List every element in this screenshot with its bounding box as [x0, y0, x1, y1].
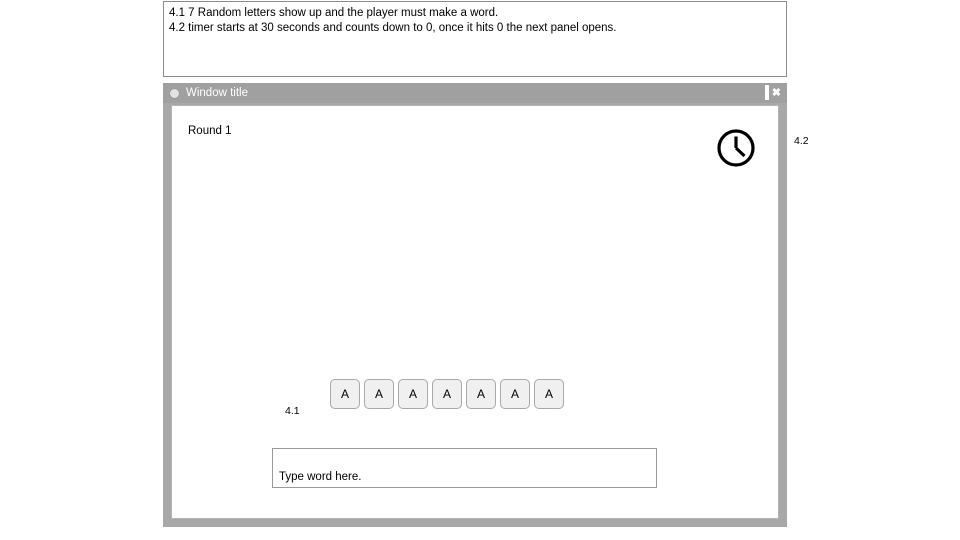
letter-tile-label: A: [408, 387, 417, 401]
annotation-note-line: 4.1 7 Random letters show up and the pla…: [169, 7, 499, 19]
close-button[interactable]: ✖: [772, 87, 781, 98]
letter-tile-label: A: [340, 387, 349, 401]
window-title-bar[interactable]: Window title ✖: [163, 83, 787, 103]
word-input[interactable]: Type word here.: [272, 448, 657, 488]
clock-icon: [715, 127, 757, 169]
window-controls: ✖: [762, 85, 781, 100]
letter-tile[interactable]: A: [330, 379, 360, 409]
annotation-note-line: 4.2 timer starts at 30 seconds and count…: [169, 22, 617, 34]
letter-tile-row: A A A A A A A: [330, 379, 564, 409]
word-input-placeholder: Type word here.: [279, 471, 362, 483]
letter-tile-label: A: [544, 387, 553, 401]
maximize-button[interactable]: [764, 85, 769, 100]
letter-tile[interactable]: A: [466, 379, 496, 409]
window-content-area: Round 1 A A A A A A A Type word here.: [171, 105, 779, 519]
letter-tile[interactable]: A: [500, 379, 530, 409]
letter-tile[interactable]: A: [398, 379, 428, 409]
letter-tile[interactable]: A: [534, 379, 564, 409]
letter-tile-label: A: [442, 387, 451, 401]
callout-tiles-reference: 4.1: [285, 405, 300, 417]
letter-tile-label: A: [476, 387, 485, 401]
round-label: Round 1: [188, 125, 232, 137]
annotation-notes-box: 4.1 7 Random letters show up and the pla…: [163, 1, 787, 77]
letter-tile[interactable]: A: [364, 379, 394, 409]
letter-tile-label: A: [510, 387, 519, 401]
letter-tile-label: A: [374, 387, 383, 401]
letter-tile[interactable]: A: [432, 379, 462, 409]
app-window: Window title ✖ Round 1 A A A A A A A Typ…: [163, 83, 787, 527]
callout-timer-reference: 4.2: [794, 135, 809, 147]
window-menu-circle-icon[interactable]: [169, 87, 180, 99]
window-title: Window title: [186, 87, 248, 99]
